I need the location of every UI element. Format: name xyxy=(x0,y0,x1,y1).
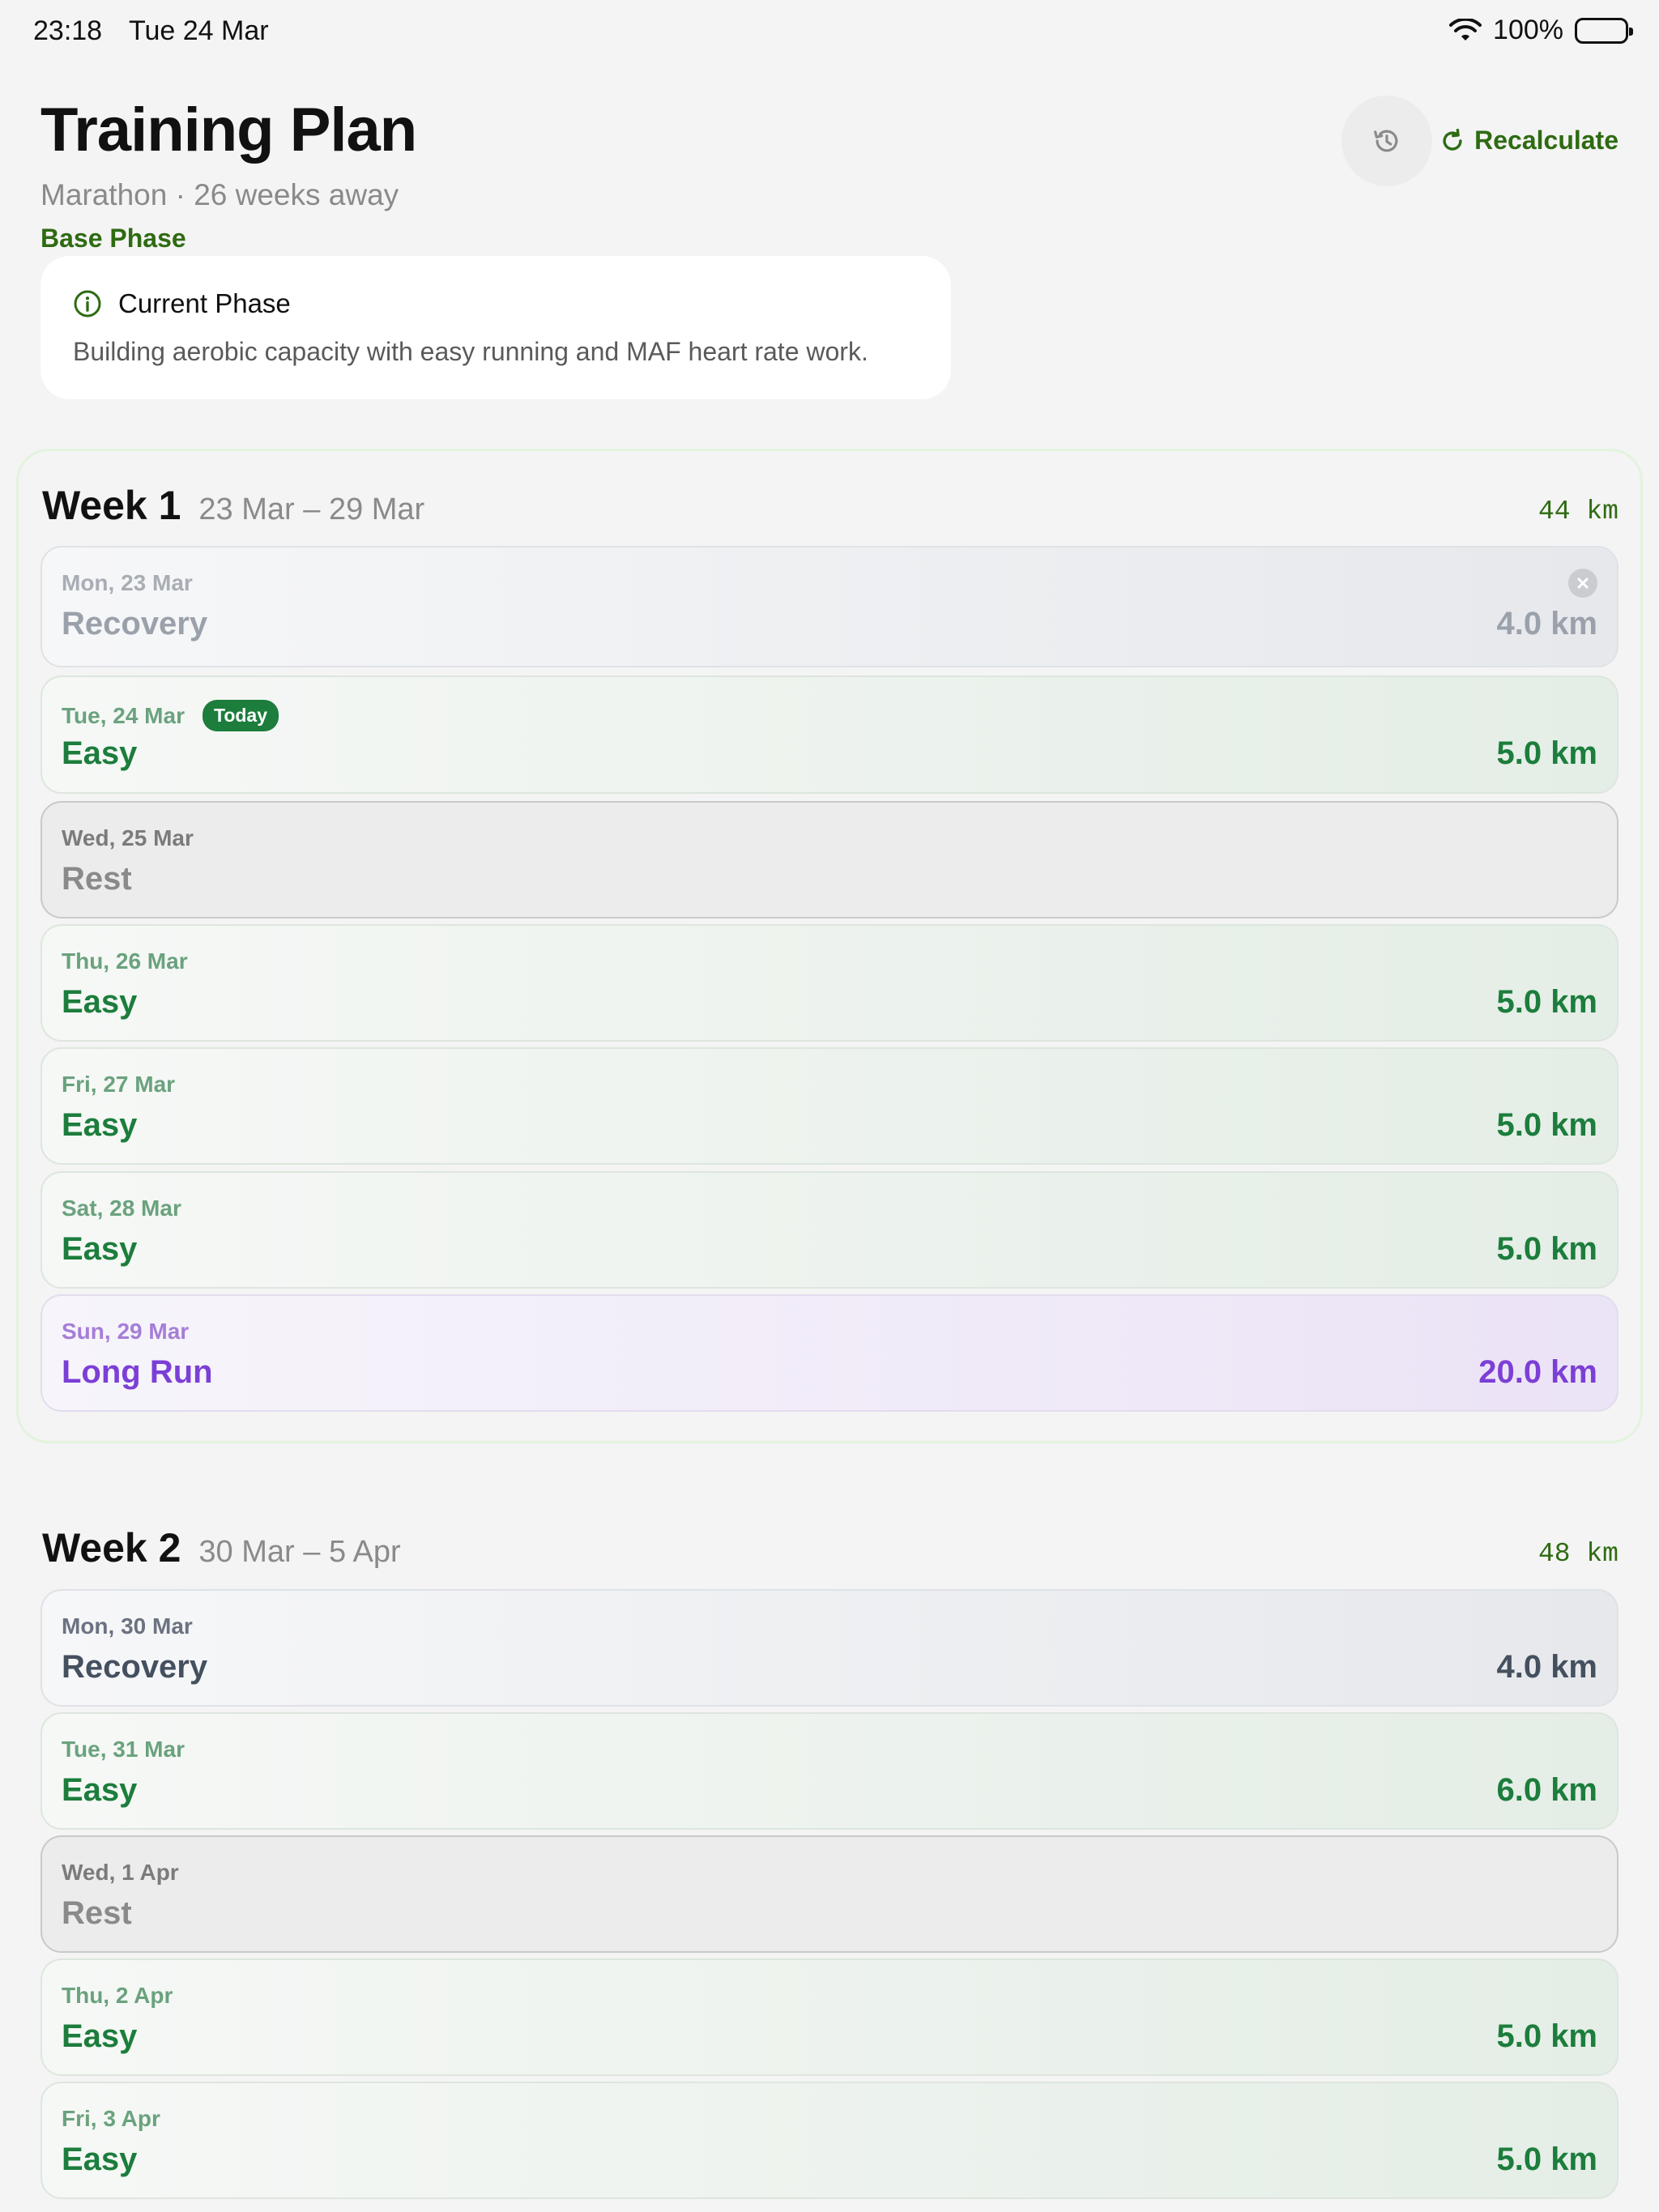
day-card[interactable]: Mon, 30 Mar Recovery 4.0 km xyxy=(41,1589,1618,1707)
week-title: Week 1 xyxy=(42,483,181,528)
workout-distance: 20.0 km xyxy=(1478,1354,1597,1390)
status-date: Tue 24 Mar xyxy=(129,15,269,46)
workout-distance: 5.0 km xyxy=(1496,2142,1597,2177)
workout-type: Easy xyxy=(62,735,138,771)
workout-type: Easy xyxy=(62,1772,138,1808)
day-card[interactable]: Mon, 23 Mar Recovery 4.0 km xyxy=(41,546,1618,667)
status-time: 23:18 xyxy=(33,15,103,46)
wifi-icon xyxy=(1449,18,1482,43)
day-date: Mon, 23 Mar xyxy=(62,570,193,595)
day-date: Mon, 30 Mar xyxy=(62,1613,193,1639)
phase-label: Base Phase xyxy=(41,224,186,253)
day-date: Wed, 25 Mar xyxy=(62,825,194,850)
workout-type: Recovery xyxy=(62,1649,208,1685)
workout-type: Rest xyxy=(62,1895,132,1931)
info-icon xyxy=(74,290,101,318)
history-button[interactable] xyxy=(1341,96,1432,186)
week-total-distance: 48 km xyxy=(1537,1539,1618,1569)
day-card[interactable]: Thu, 2 Apr Easy 5.0 km xyxy=(41,1958,1618,2076)
week-header: Week 2 30 Mar – 5 Apr xyxy=(42,1524,401,1571)
day-card[interactable]: Fri, 27 Mar Easy 5.0 km xyxy=(41,1047,1618,1165)
day-card[interactable]: Sat, 28 Mar Easy 5.0 km xyxy=(41,1171,1618,1289)
workout-type: Long Run xyxy=(62,1354,213,1390)
phase-card-header: Current Phase xyxy=(73,288,291,319)
race-subtitle: Marathon · 26 weeks away xyxy=(41,178,399,211)
week-total-distance: 44 km xyxy=(1537,497,1618,526)
day-date: Sat, 28 Mar xyxy=(62,1196,181,1221)
history-icon xyxy=(1374,130,1398,152)
phase-card-description: Building aerobic capacity with easy runn… xyxy=(73,337,868,366)
day-date: Fri, 3 Apr xyxy=(62,2106,160,2131)
battery-percent: 100% xyxy=(1493,15,1563,45)
workout-type: Easy xyxy=(62,1231,138,1267)
workout-distance: 6.0 km xyxy=(1496,1772,1597,1808)
battery-icon xyxy=(1575,17,1633,44)
workout-type: Easy xyxy=(62,1107,138,1143)
week-range: 30 Mar – 5 Apr xyxy=(198,1535,401,1569)
current-phase-card: Current Phase Building aerobic capacity … xyxy=(41,256,951,399)
day-card-today[interactable]: Tue, 24 Mar Today Easy 5.0 km xyxy=(41,676,1618,794)
day-card[interactable]: Fri, 3 Apr Easy 5.0 km xyxy=(41,2082,1618,2199)
workout-distance: 5.0 km xyxy=(1496,735,1597,771)
week-header: Week 1 23 Mar – 29 Mar xyxy=(42,482,424,529)
week-title: Week 2 xyxy=(42,1525,181,1571)
recalculate-label: Recalculate xyxy=(1474,126,1618,155)
day-card[interactable]: Thu, 26 Mar Easy 5.0 km xyxy=(41,924,1618,1042)
day-date: Wed, 1 Apr xyxy=(62,1860,179,1885)
day-card[interactable]: Sun, 29 Mar Long Run 20.0 km xyxy=(41,1294,1618,1412)
skipped-icon xyxy=(1568,569,1597,598)
workout-type: Recovery xyxy=(62,606,208,641)
day-date: Tue, 31 Mar xyxy=(62,1737,185,1762)
workout-type: Rest xyxy=(62,861,132,897)
status-right: 100% xyxy=(1449,15,1633,46)
workout-type: Easy xyxy=(62,984,138,1020)
page-title: Training Plan xyxy=(41,96,417,164)
refresh-icon xyxy=(1443,128,1462,151)
day-date: Fri, 27 Mar xyxy=(62,1072,176,1097)
day-date: Tue, 24 Mar xyxy=(62,702,185,728)
day-date: Thu, 26 Mar xyxy=(62,948,188,974)
workout-distance: 4.0 km xyxy=(1496,606,1597,641)
day-card[interactable]: Tue, 31 Mar Easy 6.0 km xyxy=(41,1712,1618,1830)
workout-distance: 5.0 km xyxy=(1496,984,1597,1020)
week-range: 23 Mar – 29 Mar xyxy=(198,492,425,526)
day-card[interactable]: Wed, 1 Apr Rest xyxy=(41,1835,1618,1953)
workout-distance: 5.0 km xyxy=(1496,1231,1597,1267)
day-card[interactable]: Wed, 25 Mar Rest xyxy=(41,801,1618,918)
today-badge: Today xyxy=(202,700,279,731)
workout-distance: 4.0 km xyxy=(1496,1649,1597,1685)
recalculate-button[interactable]: Recalculate xyxy=(1439,126,1618,156)
phase-card-title: Current Phase xyxy=(118,288,291,318)
day-date: Thu, 2 Apr xyxy=(62,1983,173,2008)
workout-distance: 5.0 km xyxy=(1496,1107,1597,1143)
workout-distance: 5.0 km xyxy=(1496,2018,1597,2054)
day-date-row: Tue, 24 Mar Today xyxy=(62,700,279,731)
workout-type: Easy xyxy=(62,2018,138,2054)
day-date: Sun, 29 Mar xyxy=(62,1319,190,1344)
workout-type: Easy xyxy=(62,2142,138,2177)
status-bar: 23:18 Tue 24 Mar 100% xyxy=(0,0,1659,65)
